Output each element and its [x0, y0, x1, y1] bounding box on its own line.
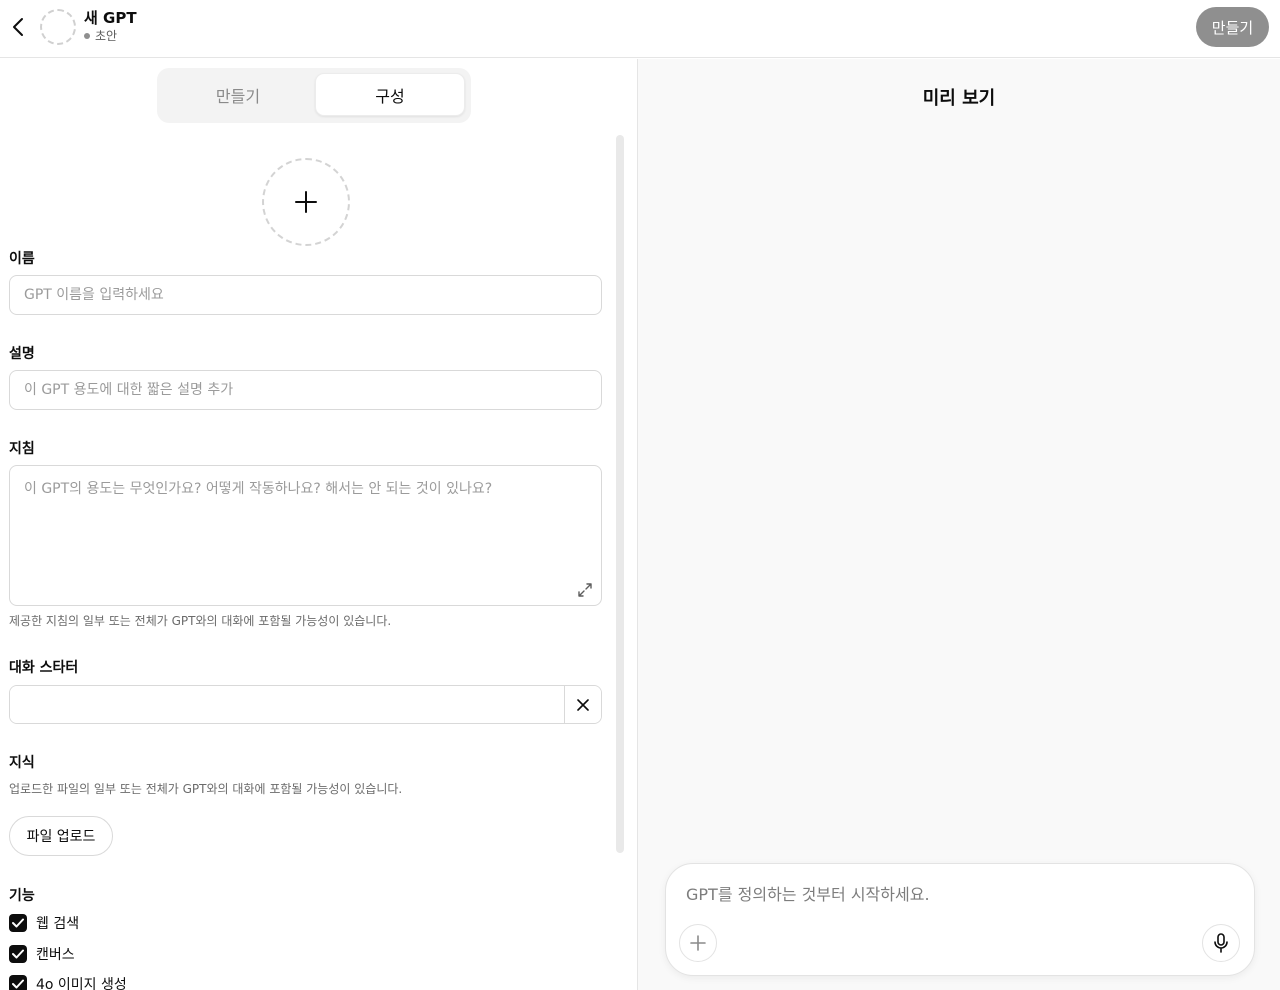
- preview-composer: [665, 863, 1255, 976]
- description-input[interactable]: [9, 370, 602, 410]
- checkbox-image-generation[interactable]: [9, 975, 27, 990]
- capability-label: 캔버스: [36, 947, 75, 963]
- voice-button[interactable]: [1202, 924, 1240, 962]
- status-dot-icon: [84, 33, 90, 39]
- instructions-hint: 제공한 지침의 일부 또는 전체가 GPT와의 대화에 포함될 가능성이 있습니…: [9, 614, 392, 628]
- capability-web-search: 웹 검색: [9, 913, 79, 933]
- status-text: 초안: [95, 29, 118, 43]
- starter-remove-button[interactable]: [564, 686, 601, 723]
- config-panel: 만들기 구성 이름 설명 지침 제공한 지침의 일부 또는 전체가 GPT와의 …: [0, 59, 637, 990]
- plus-icon: [690, 935, 706, 951]
- gpt-title-block: 새 GPT 초안: [84, 8, 137, 44]
- knowledge-label: 지식: [9, 755, 35, 771]
- create-button[interactable]: 만들기: [1196, 7, 1269, 47]
- back-button[interactable]: [6, 13, 30, 41]
- preview-title: 미리 보기: [922, 88, 996, 109]
- description-label: 설명: [9, 346, 35, 362]
- capability-canvas: 캔버스: [9, 944, 75, 964]
- name-label: 이름: [9, 251, 35, 267]
- gpt-avatar-placeholder: [40, 9, 76, 45]
- capability-label: 웹 검색: [36, 916, 80, 932]
- status-indicator: 초안: [84, 28, 137, 44]
- close-icon: [577, 698, 589, 711]
- check-icon: [12, 918, 24, 928]
- capability-image-generation: 4o 이미지 생성: [9, 974, 127, 990]
- starter-row: [9, 685, 602, 724]
- starters-label: 대화 스타터: [9, 660, 79, 676]
- knowledge-hint: 업로드한 파일의 일부 또는 전체가 GPT와의 대화에 포함될 가능성이 있습…: [9, 782, 403, 796]
- name-input[interactable]: [9, 275, 602, 315]
- checkbox-web-search[interactable]: [9, 914, 27, 932]
- check-icon: [12, 979, 24, 989]
- tab-create[interactable]: 만들기: [163, 73, 313, 116]
- attach-button[interactable]: [679, 924, 717, 962]
- upload-files-button[interactable]: 파일 업로드: [9, 816, 113, 856]
- top-bar: 새 GPT 초안 만들기: [0, 0, 1280, 58]
- instructions-label: 지침: [9, 441, 35, 457]
- gpt-title: 새 GPT: [84, 9, 137, 27]
- starter-input[interactable]: [10, 686, 564, 723]
- capabilities-label: 기능: [9, 888, 35, 904]
- avatar-upload-button[interactable]: [262, 158, 350, 246]
- capability-label: 4o 이미지 생성: [36, 977, 127, 990]
- microphone-icon: [1214, 933, 1228, 953]
- preview-panel: 미리 보기: [638, 59, 1280, 990]
- plus-icon: [295, 191, 317, 213]
- expand-icon[interactable]: [576, 581, 594, 599]
- tab-configure[interactable]: 구성: [315, 73, 465, 116]
- instructions-textarea[interactable]: [9, 465, 602, 606]
- checkbox-canvas[interactable]: [9, 945, 27, 963]
- chevron-left-icon: [13, 18, 23, 36]
- check-icon: [12, 949, 24, 959]
- mode-tabs: 만들기 구성: [157, 68, 471, 123]
- scrollbar[interactable]: [616, 135, 624, 853]
- preview-message-input[interactable]: [686, 880, 1226, 908]
